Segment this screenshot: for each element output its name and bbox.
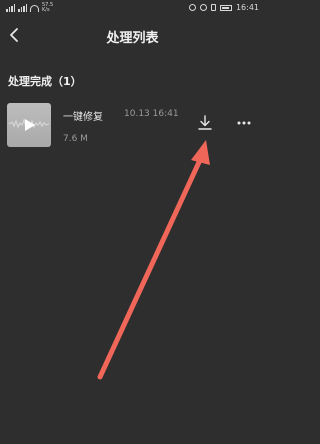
annotation-arrow (97, 140, 210, 380)
play-icon (25, 119, 35, 131)
item-time: 10.13 16:41 (124, 109, 179, 119)
vibrate-icon (210, 4, 216, 11)
more-horizontal-icon[interactable] (236, 120, 252, 126)
download-icon[interactable] (197, 115, 213, 131)
signal-icon (6, 4, 15, 12)
status-time: 16:41 (235, 3, 259, 12)
alarm-icon (199, 4, 207, 11)
battery-icon (219, 4, 232, 11)
item-name: 一键修复 (63, 112, 103, 123)
signal-icon-2 (18, 4, 27, 12)
arrow-shaft (97, 157, 203, 380)
network-speed-unit: K/s (42, 7, 50, 13)
video-thumbnail[interactable] (7, 103, 51, 147)
status-right: 16:41 (188, 3, 259, 12)
wifi-icon (30, 4, 39, 12)
network-speed: 57.5 K/s (42, 3, 53, 13)
item-size: 7.6 M (63, 134, 88, 144)
status-bar: 57.5 K/s 16:41 (0, 0, 265, 16)
eye-icon (188, 4, 196, 11)
status-left: 57.5 K/s (6, 3, 53, 13)
section-title: 处理完成（1） (8, 75, 82, 88)
list-item[interactable]: 一键修复 10.13 16:41 7.6 M (0, 103, 265, 149)
page-title: 处理列表 (106, 31, 159, 46)
nav-bar: 处理列表 (0, 20, 265, 50)
